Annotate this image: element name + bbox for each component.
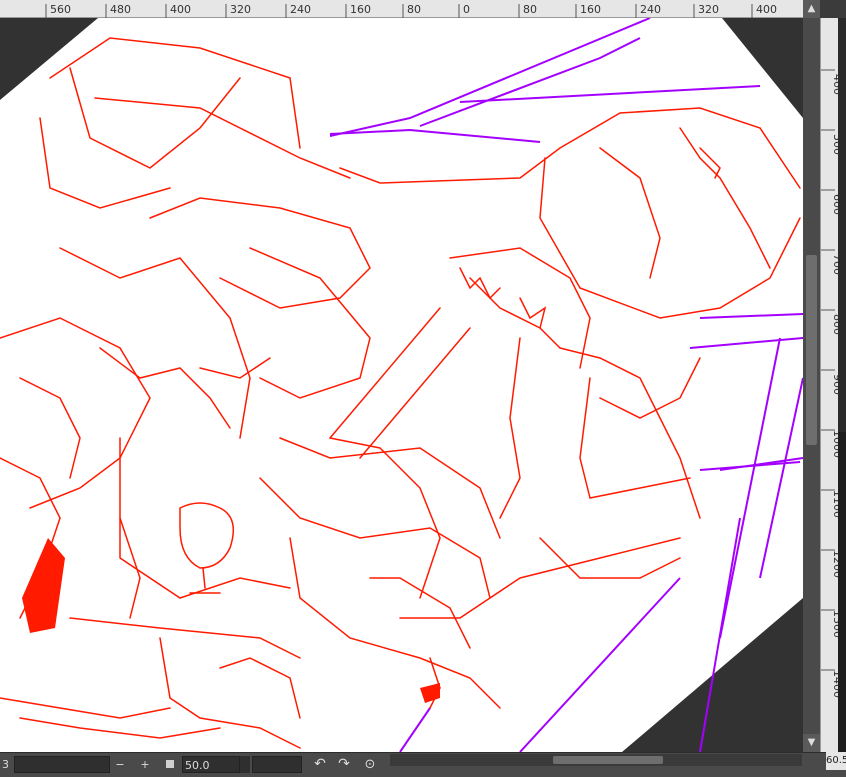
reset-rotation-icon[interactable]: ⊙ (362, 756, 378, 773)
rotate-left-icon[interactable]: ↶ (312, 756, 328, 773)
zoom-in-button[interactable]: + (137, 756, 153, 773)
ruler-top-label: 240 (290, 3, 311, 16)
canvas-viewport[interactable] (0, 18, 803, 752)
horizontal-scroll-thumb[interactable] (553, 756, 663, 764)
ruler-top-label: 0 (463, 3, 470, 16)
ruler-top-label: 160 (350, 3, 371, 16)
ruler-top-label: 240 (640, 3, 661, 16)
ruler-top-label: 480 (110, 3, 131, 16)
status-field[interactable] (14, 756, 110, 773)
scroll-up-button[interactable]: ▲ (803, 0, 820, 18)
ruler-top-label: 400 (170, 3, 191, 16)
ruler-top-label: 320 (230, 3, 251, 16)
ruler-top-label: 560 (50, 3, 71, 16)
vertical-ruler: 400 500 600 700 800 900 1000 1100 1200 1… (820, 18, 844, 752)
adjacent-zoom-readout: 60.5 (826, 752, 846, 770)
ruler-top-label: 80 (407, 3, 421, 16)
horizontal-ruler: 560 480 400 320 240 160 80 0 80 160 240 … (0, 0, 803, 18)
zoom-slider-handle-icon[interactable] (166, 760, 174, 768)
zoom-level-input[interactable]: 50.0 (182, 756, 240, 773)
scroll-down-button[interactable]: ▼ (803, 734, 820, 752)
ruler-top-label: 320 (698, 3, 719, 16)
paper-sheet (0, 18, 803, 752)
adjacent-panel-thumbnail (838, 432, 846, 752)
zoom-out-button[interactable]: − (112, 756, 128, 773)
ruler-top-label: 400 (756, 3, 777, 16)
ruler-top-label: 80 (523, 3, 537, 16)
rotate-right-icon[interactable]: ↷ (336, 756, 352, 773)
status-left-value: 3 (2, 758, 9, 771)
zoom-dropdown-icon[interactable] (240, 756, 250, 773)
rotation-input[interactable] (252, 756, 302, 773)
ruler-top-label: 160 (580, 3, 601, 16)
vertical-scroll-thumb[interactable] (806, 255, 817, 445)
drawing-canvas[interactable] (0, 18, 803, 752)
